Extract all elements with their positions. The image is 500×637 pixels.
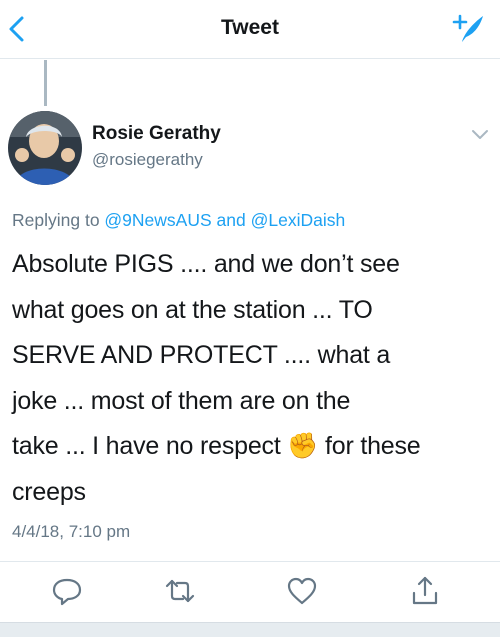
divider [0,561,500,562]
share-button[interactable] [408,574,442,608]
retweet-button[interactable] [163,574,197,608]
user-handle[interactable]: @rosiegerathy [92,148,221,172]
mention-link-lexidaish[interactable]: @LexiDaish [251,210,346,230]
compose-tweet-button[interactable] [450,12,486,46]
tweet-actions-bar [0,574,500,614]
retweet-icon [165,579,195,603]
avatar[interactable] [8,111,82,185]
replying-to-label: Replying to [12,210,105,230]
compose-tweet-icon [452,14,483,42]
mention-link-9newsaus[interactable]: @9NewsAUS [104,210,211,230]
replying-and-text[interactable]: and [212,210,251,230]
reply-icon [52,578,82,606]
bottom-bar [0,622,500,637]
replying-to-line: Replying to @9NewsAUS and @LexiDaish [12,210,345,231]
profile-photo [8,111,82,185]
share-icon [412,576,438,605]
tweet-options-button[interactable] [470,128,490,142]
top-navigation-bar: Tweet [0,0,500,59]
like-button[interactable] [285,574,319,608]
tweet-timestamp[interactable]: 4/4/18, 7:10 pm [12,522,130,542]
tweet-author: Rosie Gerathy @rosiegerathy [92,122,221,172]
thread-connector-line [44,60,47,106]
tweet-text-part-1: Absolute PIGS .... and we don’t see what… [12,250,400,460]
raised-fist-emoji: ✊ [287,432,319,460]
reply-button[interactable] [50,574,84,608]
heart-icon [287,577,317,605]
tweet-body: Absolute PIGS .... and we don’t see what… [12,242,496,515]
display-name[interactable]: Rosie Gerathy [92,122,221,146]
page-title: Tweet [221,16,279,39]
chevron-down-icon [472,130,488,139]
